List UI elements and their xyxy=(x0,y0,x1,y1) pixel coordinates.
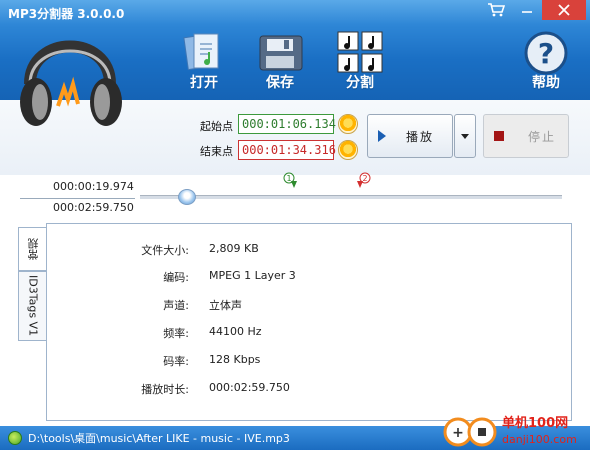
svg-text:danji100.com: danji100.com xyxy=(502,433,577,446)
help-button[interactable]: ? 帮助 xyxy=(522,30,570,92)
info-value: 2,809 KB xyxy=(209,242,259,255)
svg-text:?: ? xyxy=(538,37,554,70)
open-button[interactable]: 打开 xyxy=(180,30,228,92)
save-label: 保存 xyxy=(266,75,294,91)
split-label: 分割 xyxy=(346,75,374,91)
play-label: 播放 xyxy=(406,129,435,144)
total-time: 000:02:59.750 xyxy=(53,201,134,214)
open-file-icon xyxy=(183,33,219,71)
info-key: 声道: xyxy=(163,299,189,312)
set-start-button[interactable] xyxy=(338,114,358,134)
stop-button: 停止 xyxy=(483,114,569,158)
start-label: 起始点 xyxy=(200,120,233,133)
help-icon: ? xyxy=(524,31,568,75)
headphones-logo-icon xyxy=(20,40,122,126)
window-controls xyxy=(480,0,586,20)
info-key: 文件大小: xyxy=(141,244,189,257)
info-key: 播放时长: xyxy=(141,383,189,396)
tab-general[interactable]: 常规 xyxy=(18,227,48,271)
play-icon xyxy=(378,130,386,142)
floppy-disk-icon xyxy=(259,35,303,71)
end-marker-icon[interactable]: 2 xyxy=(355,172,371,190)
info-value: 44100 Hz xyxy=(209,325,262,338)
seek-track[interactable] xyxy=(140,195,562,199)
file-path: D:\tools\桌面\music\After LIKE - music - I… xyxy=(28,432,290,445)
stop-label: 停止 xyxy=(528,129,557,144)
time-divider xyxy=(20,198,135,199)
music-file-icon xyxy=(8,431,22,445)
start-time-field[interactable]: 000:01:06.134 xyxy=(238,114,336,134)
info-key: 频率: xyxy=(163,327,189,340)
stop-icon xyxy=(494,131,504,141)
tab-general-label: 常规 xyxy=(26,238,40,260)
info-value: MPEG 1 Layer 3 xyxy=(209,269,296,282)
split-button[interactable]: 分割 xyxy=(336,30,384,92)
close-button[interactable] xyxy=(542,0,586,20)
open-label: 打开 xyxy=(190,75,218,91)
save-button[interactable]: 保存 xyxy=(256,30,304,92)
info-key: 码率: xyxy=(163,355,189,368)
start-marker-icon[interactable]: 1 xyxy=(283,172,299,190)
minimize-button[interactable] xyxy=(511,0,542,20)
info-key: 编码: xyxy=(163,271,189,284)
set-end-button[interactable] xyxy=(338,140,358,160)
info-value: 128 Kbps xyxy=(209,353,261,366)
svg-text:单机100网: 单机100网 xyxy=(502,415,568,431)
svg-text:2: 2 xyxy=(362,174,367,183)
chevron-down-icon xyxy=(461,133,469,139)
info-value: 000:02:59.750 xyxy=(209,381,290,394)
seek-thumb[interactable] xyxy=(177,189,196,205)
play-dropdown-button[interactable] xyxy=(454,114,476,158)
svg-text:+: + xyxy=(452,425,464,441)
info-value: 立体声 xyxy=(209,299,242,312)
details-panel: 常规 ID3Tags V1 文件大小: 2,809 KB 编码: MPEG 1 … xyxy=(18,223,572,421)
tab-id3tags-v1[interactable]: ID3Tags V1 xyxy=(18,271,48,341)
info-content: 文件大小: 2,809 KB 编码: MPEG 1 Layer 3 声道: 立体… xyxy=(46,223,572,421)
play-button[interactable]: 播放 xyxy=(367,114,453,158)
split-music-icon xyxy=(337,31,383,73)
cart-icon[interactable] xyxy=(480,0,511,20)
end-label: 结束点 xyxy=(200,145,233,158)
svg-text:1: 1 xyxy=(286,174,291,183)
watermark-logo: + 单机100网 danji100.com xyxy=(443,415,577,447)
help-label: 帮助 xyxy=(532,75,560,91)
end-time-field[interactable]: 000:01:34.316 xyxy=(238,140,336,160)
current-time: 000:00:19.974 xyxy=(53,180,134,193)
tab-id3tags-label: ID3Tags V1 xyxy=(26,275,40,337)
